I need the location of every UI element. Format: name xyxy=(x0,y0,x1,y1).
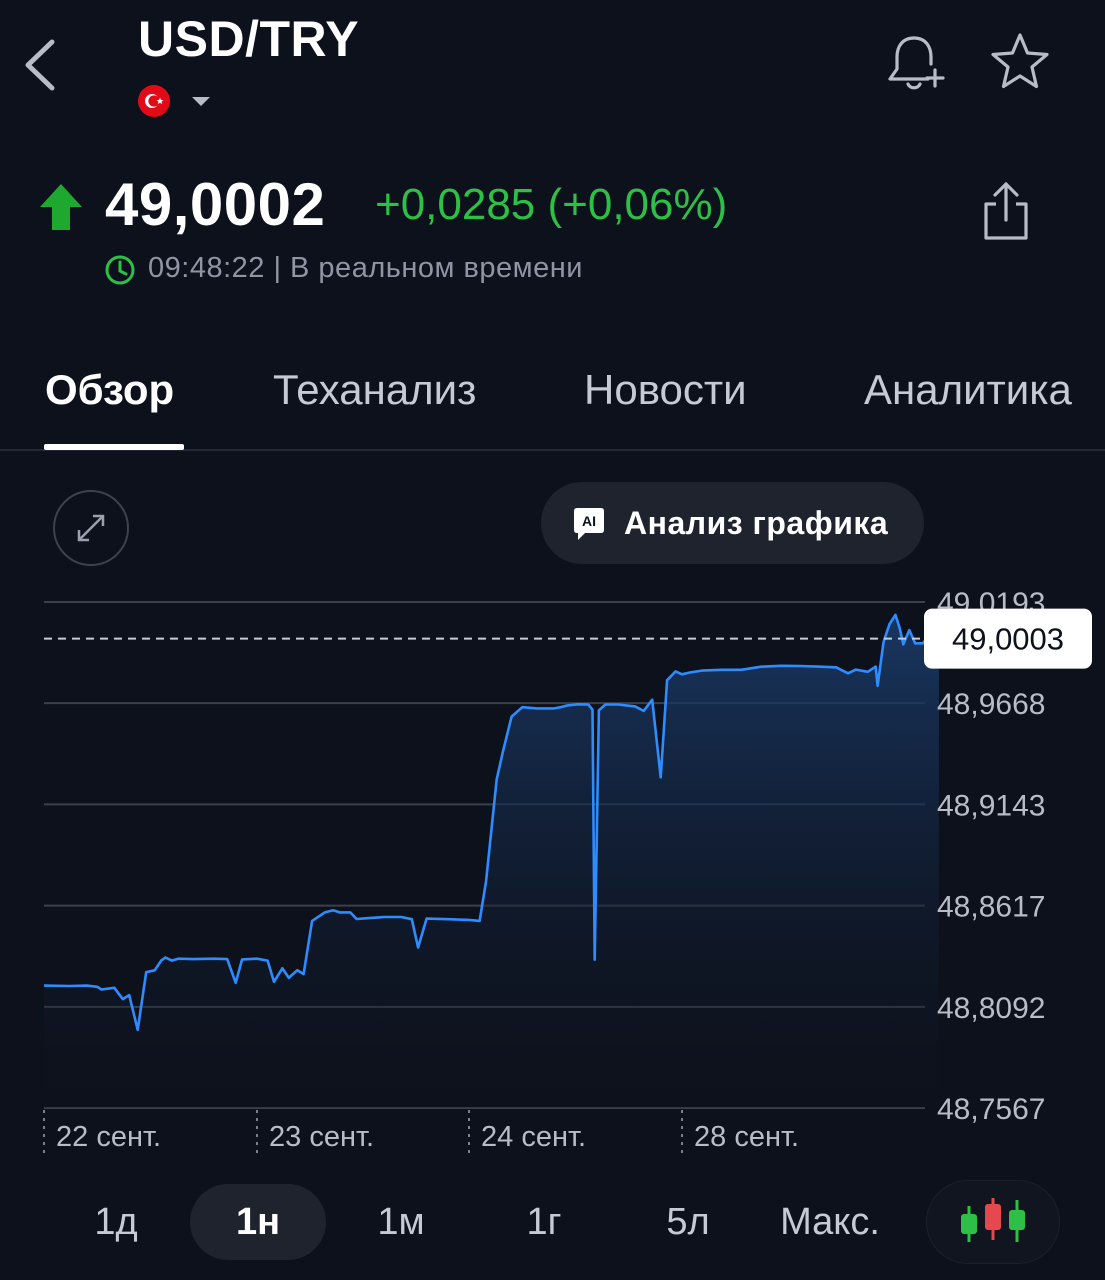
add-alert-button[interactable] xyxy=(880,28,950,98)
x-tick-label: 22 сент. xyxy=(56,1121,161,1153)
chart-type-button[interactable] xyxy=(926,1180,1060,1264)
expand-chart-button[interactable] xyxy=(53,490,129,566)
current-price: 49,0002 xyxy=(105,171,326,238)
range-max-button[interactable]: Макс. xyxy=(764,1184,896,1260)
ai-badge-text: AI xyxy=(582,513,596,529)
symbol-title: USD/TRY xyxy=(138,11,360,67)
active-tab-indicator xyxy=(44,444,184,450)
range-1w-button[interactable]: 1н xyxy=(190,1184,326,1260)
tab-news[interactable]: Новости xyxy=(584,366,747,414)
y-tick-label: 48,8092 xyxy=(937,992,1045,1025)
chevron-left-icon xyxy=(25,39,55,91)
x-tick-label: 24 сент. xyxy=(481,1121,586,1153)
x-tick-label: 28 сент. xyxy=(694,1121,799,1153)
clock-icon xyxy=(104,254,136,286)
share-button[interactable] xyxy=(976,176,1036,248)
expand-icon xyxy=(77,514,105,542)
y-tick-label: 48,9143 xyxy=(937,789,1045,822)
tab-technical[interactable]: Теханализ xyxy=(273,366,476,414)
y-tick-label: 48,9668 xyxy=(937,688,1045,721)
price-up-arrow-icon xyxy=(36,182,86,232)
range-1m-button[interactable]: 1м xyxy=(355,1184,447,1260)
exchange-dropdown-icon[interactable] xyxy=(190,94,212,108)
range-5y-button[interactable]: 5л xyxy=(642,1184,734,1260)
price-chart[interactable]: 22 сент. 23 сент. 24 сент. 28 сент. 49,0193… xyxy=(0,580,1105,1170)
tab-analytics[interactable]: Аналитика xyxy=(864,366,1072,414)
turkey-flag-icon xyxy=(137,84,171,118)
back-button[interactable] xyxy=(18,30,68,100)
chart-area-fill xyxy=(44,614,939,1108)
tab-overview[interactable]: Обзор xyxy=(45,366,174,414)
current-price-badge-label: 49,0003 xyxy=(952,622,1064,657)
range-1d-button[interactable]: 1д xyxy=(70,1184,162,1260)
ai-chat-icon: AI xyxy=(571,506,607,542)
x-tick-label: 23 сент. xyxy=(269,1121,374,1153)
chart-analysis-button[interactable]: AI Анализ графика xyxy=(541,482,924,564)
chart-analysis-label: Анализ графика xyxy=(624,505,889,541)
price-change: +0,0285 (+0,06%) xyxy=(375,180,728,229)
quote-time-status: 09:48:22 | В реальном времени xyxy=(148,252,583,284)
bell-plus-icon xyxy=(888,36,945,90)
star-icon xyxy=(991,33,1049,89)
range-1y-button[interactable]: 1г xyxy=(498,1184,590,1260)
y-tick-label: 48,8617 xyxy=(937,891,1045,924)
y-tick-label: 48,7567 xyxy=(937,1093,1045,1126)
add-to-watchlist-button[interactable] xyxy=(985,28,1055,98)
share-icon xyxy=(984,182,1028,240)
candlestick-icon xyxy=(961,1198,1025,1242)
